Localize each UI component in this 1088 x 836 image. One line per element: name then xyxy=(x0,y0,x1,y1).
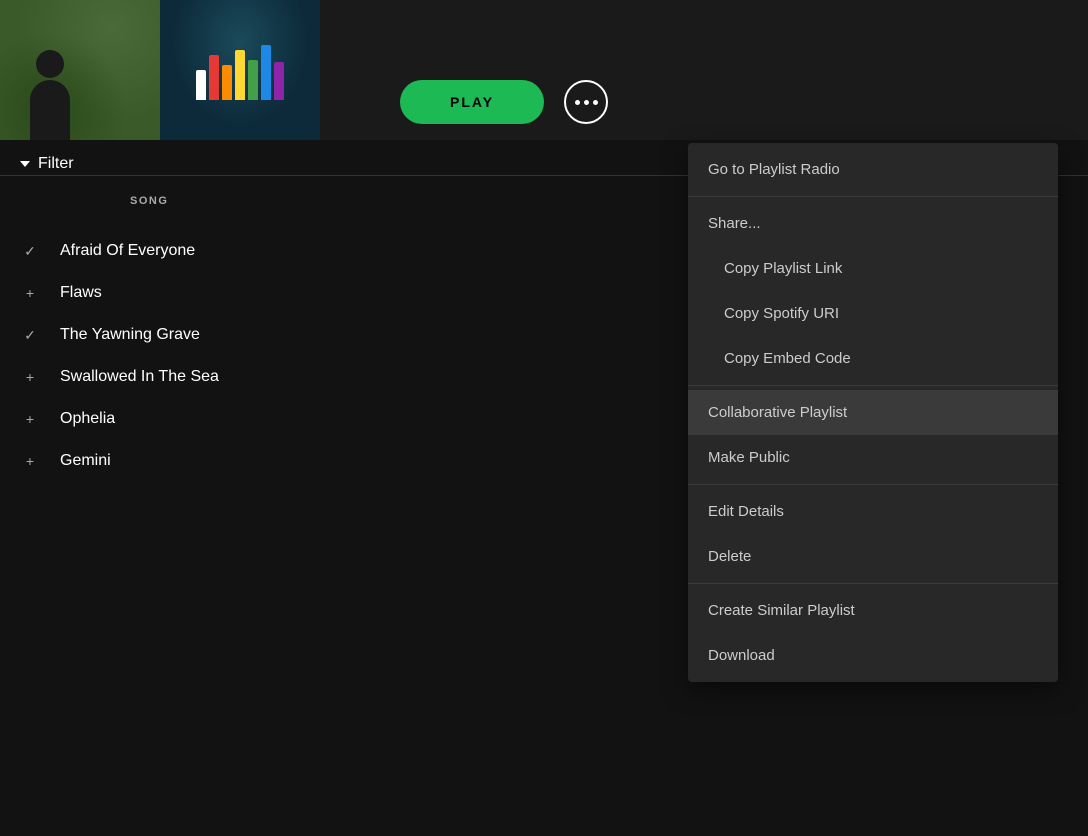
plus-icon: + xyxy=(20,411,40,427)
menu-item-copy-spotify-uri[interactable]: Copy Spotify URI xyxy=(688,291,1058,336)
track-name: Afraid Of Everyone xyxy=(60,242,195,260)
menu-item-collaborative-playlist[interactable]: Collaborative Playlist xyxy=(688,390,1058,435)
play-area: PLAY xyxy=(400,80,608,124)
album-bar xyxy=(248,60,258,100)
album-bar xyxy=(209,55,219,100)
album-art-right xyxy=(160,0,320,140)
dot-3 xyxy=(593,100,598,105)
album-bar xyxy=(274,62,284,100)
menu-item-copy-embed-code[interactable]: Copy Embed Code xyxy=(688,336,1058,381)
menu-item-share[interactable]: Share... xyxy=(688,201,1058,246)
menu-section-4: Create Similar PlaylistDownload xyxy=(688,584,1058,682)
plus-icon: + xyxy=(20,453,40,469)
menu-section-1: Share...Copy Playlist LinkCopy Spotify U… xyxy=(688,197,1058,386)
menu-section-0: Go to Playlist Radio xyxy=(688,143,1058,197)
menu-item-edit-details[interactable]: Edit Details xyxy=(688,489,1058,534)
menu-item-create-similar-playlist[interactable]: Create Similar Playlist xyxy=(688,588,1058,633)
dot-1 xyxy=(575,100,580,105)
menu-section-2: Collaborative PlaylistMake Public xyxy=(688,386,1058,485)
plus-icon: + xyxy=(20,369,40,385)
context-menu: Go to Playlist Radio Share...Copy Playlis… xyxy=(688,143,1058,682)
dot-2 xyxy=(584,100,589,105)
track-name: Ophelia xyxy=(60,410,115,428)
play-button[interactable]: PLAY xyxy=(400,80,544,124)
album-bar xyxy=(235,50,245,100)
track-name: Swallowed In The Sea xyxy=(60,368,219,386)
menu-item-delete[interactable]: Delete xyxy=(688,534,1058,579)
album-art-right-background xyxy=(160,0,320,140)
more-options-button[interactable] xyxy=(564,80,608,124)
checkmark-icon: ✓ xyxy=(20,327,40,344)
song-column-header: SONG xyxy=(130,195,168,207)
menu-section-3: Edit DetailsDelete xyxy=(688,485,1058,584)
menu-item-go-to-playlist-radio[interactable]: Go to Playlist Radio xyxy=(688,147,1058,192)
dots-icon xyxy=(575,100,598,105)
colored-bars-icon xyxy=(196,40,284,100)
figure-body xyxy=(30,80,70,140)
figure-silhouette xyxy=(20,50,80,140)
menu-item-copy-playlist-link[interactable]: Copy Playlist Link xyxy=(688,246,1058,291)
filter-area[interactable]: Filter xyxy=(20,155,74,173)
album-art-left xyxy=(0,0,160,140)
track-name: Gemini xyxy=(60,452,111,470)
album-bar xyxy=(261,45,271,100)
figure-head xyxy=(36,50,64,78)
album-bar xyxy=(196,70,206,100)
checkmark-icon: ✓ xyxy=(20,243,40,260)
track-name: The Yawning Grave xyxy=(60,326,200,344)
track-name: Flaws xyxy=(60,284,102,302)
filter-label: Filter xyxy=(38,155,74,173)
album-bar xyxy=(222,65,232,100)
menu-item-download[interactable]: Download xyxy=(688,633,1058,678)
filter-chevron-icon xyxy=(20,161,30,167)
menu-item-make-public[interactable]: Make Public xyxy=(688,435,1058,480)
plus-icon: + xyxy=(20,285,40,301)
